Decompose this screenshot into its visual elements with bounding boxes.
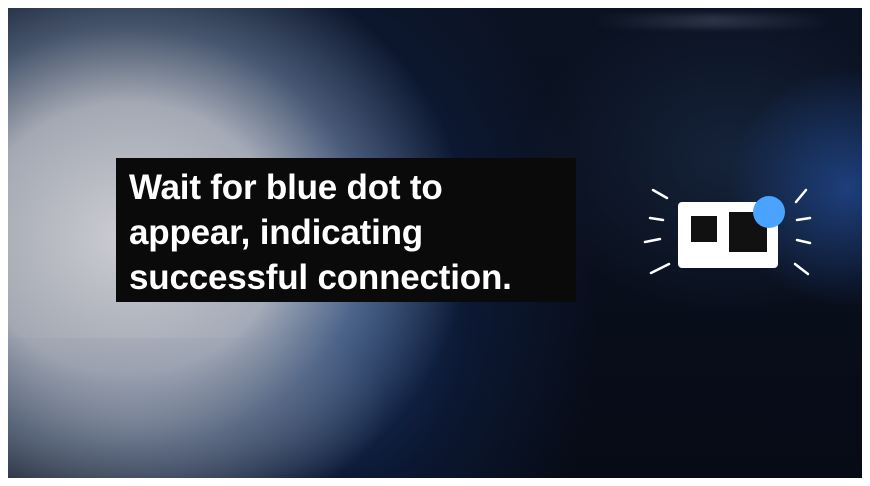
video-frame: Wait for blue dot to appear, indicating … [8,8,862,478]
caption-box: Wait for blue dot to appear, indicating … [116,158,576,302]
caption-line: appear, indicating [129,213,423,252]
connection-dot [753,196,785,228]
blurred-top-bar [593,14,833,28]
caption-line: Wait for blue dot to [129,168,443,207]
camera-connected-icon [643,188,812,276]
caption-line: successful connection. [129,258,512,297]
camera-lens-left [691,216,717,242]
